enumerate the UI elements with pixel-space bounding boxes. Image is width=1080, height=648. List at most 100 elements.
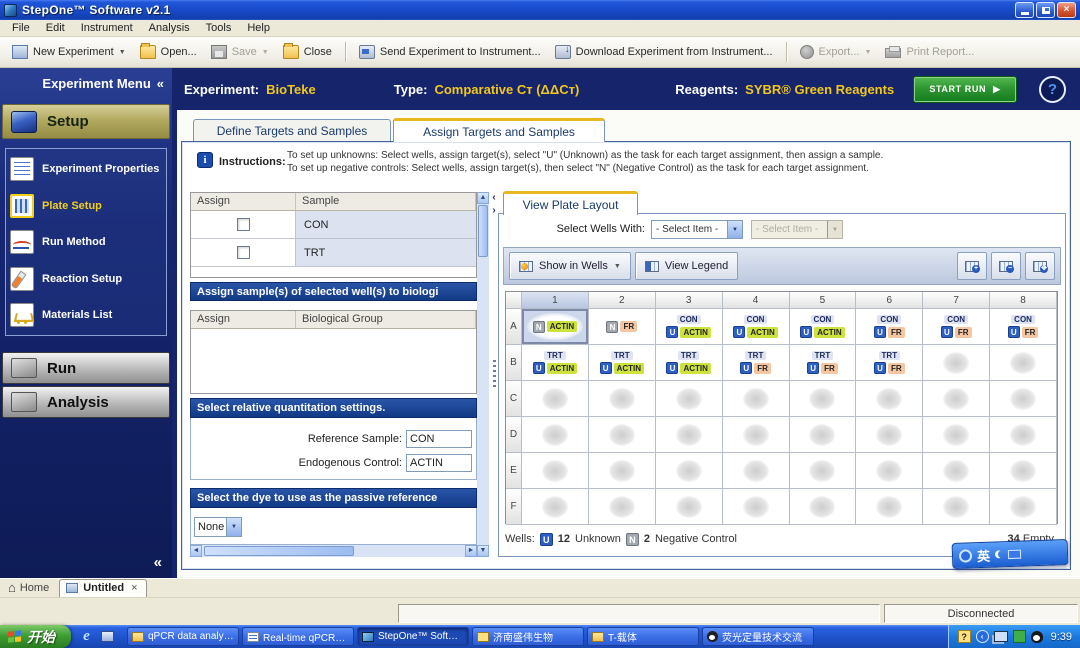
- assign-checkbox[interactable]: [237, 218, 250, 231]
- tray-language-icon[interactable]: ‹: [976, 630, 989, 643]
- tray-network-icon[interactable]: [994, 631, 1008, 642]
- ime-moon-icon[interactable]: [995, 550, 1003, 558]
- menu-item-analysis[interactable]: Analysis: [141, 21, 198, 35]
- expand-right-icon[interactable]: ›: [489, 205, 499, 217]
- collapse-sidebar-icon[interactable]: «: [157, 76, 164, 91]
- left-panel-vertical-scrollbar[interactable]: ▲ ▼: [477, 192, 489, 557]
- sidebar-item-experiment-properties[interactable]: Experiment Properties: [10, 157, 162, 181]
- well-E4[interactable]: [723, 453, 790, 489]
- sample-name[interactable]: CON: [296, 211, 476, 238]
- well-E1[interactable]: [522, 453, 589, 489]
- start-button[interactable]: 开始: [0, 625, 71, 648]
- tab-view-plate-layout[interactable]: View Plate Layout: [503, 191, 638, 215]
- export-button[interactable]: Export... ▼: [794, 42, 878, 62]
- reference-sample-input[interactable]: CON: [406, 430, 472, 448]
- taskbar-button-[interactable]: 济南盛伟生物: [472, 627, 584, 646]
- well-E2[interactable]: [589, 453, 656, 489]
- collapse-sidebar-bottom-icon[interactable]: «: [154, 554, 162, 571]
- well-B4[interactable]: TRTUFR: [723, 345, 790, 381]
- plate-column-header-6[interactable]: 6: [856, 292, 923, 309]
- well-F2[interactable]: [589, 489, 656, 525]
- sidebar-section-run[interactable]: Run: [2, 352, 170, 384]
- well-A1[interactable]: NACTIN: [522, 309, 589, 345]
- sidebar-item-plate-setup[interactable]: Plate Setup: [10, 194, 162, 218]
- taskbar-button-[interactable]: 荧光定量技术交流: [702, 627, 814, 646]
- well-A5[interactable]: CONUACTIN: [790, 309, 857, 345]
- well-F6[interactable]: [856, 489, 923, 525]
- well-B8[interactable]: [990, 345, 1057, 381]
- vertical-scroll-thumb[interactable]: [478, 205, 488, 257]
- well-A3[interactable]: CONUACTIN: [656, 309, 723, 345]
- ime-language-bar[interactable]: 英: [952, 539, 1069, 569]
- well-C4[interactable]: [723, 381, 790, 417]
- well-C2[interactable]: [589, 381, 656, 417]
- well-E7[interactable]: [923, 453, 990, 489]
- open-button[interactable]: Open...: [134, 42, 203, 62]
- well-F5[interactable]: [790, 489, 857, 525]
- scroll-down-icon[interactable]: ▼: [477, 545, 489, 557]
- collapse-left-icon[interactable]: ‹: [489, 192, 499, 204]
- well-C5[interactable]: [790, 381, 857, 417]
- expand-wells-button[interactable]: +: [957, 252, 987, 280]
- menu-item-tools[interactable]: Tools: [198, 21, 240, 35]
- show-in-wells-button[interactable]: Show in Wells ▼: [509, 252, 631, 280]
- tray-help-icon[interactable]: ?: [958, 630, 971, 643]
- send-experiment-button[interactable]: Send Experiment to Instrument...: [353, 42, 547, 62]
- well-F4[interactable]: [723, 489, 790, 525]
- well-E6[interactable]: [856, 453, 923, 489]
- ime-keyboard-icon[interactable]: [1008, 549, 1021, 558]
- well-A6[interactable]: CONUFR: [856, 309, 923, 345]
- sidebar-item-run-method[interactable]: Run Method: [10, 230, 162, 254]
- well-E3[interactable]: [656, 453, 723, 489]
- plate-column-header-8[interactable]: 8: [990, 292, 1057, 309]
- assign-checkbox[interactable]: [237, 246, 250, 259]
- tab-assign-targets[interactable]: Assign Targets and Samples: [393, 118, 605, 142]
- ime-language-label[interactable]: 英: [977, 545, 991, 564]
- sample-name[interactable]: TRT: [296, 239, 476, 266]
- well-C8[interactable]: [990, 381, 1057, 417]
- menu-item-edit[interactable]: Edit: [38, 21, 73, 35]
- well-D7[interactable]: [923, 417, 990, 453]
- well-D2[interactable]: [589, 417, 656, 453]
- menu-item-help[interactable]: Help: [239, 21, 278, 35]
- restore-button[interactable]: [1036, 2, 1055, 18]
- plate-column-header-3[interactable]: 3: [656, 292, 723, 309]
- well-B5[interactable]: TRTUFR: [790, 345, 857, 381]
- plate-row-header-E[interactable]: E: [506, 453, 522, 489]
- well-A8[interactable]: CONUFR: [990, 309, 1057, 345]
- well-D8[interactable]: [990, 417, 1057, 453]
- internet-explorer-icon[interactable]: e: [79, 629, 94, 644]
- well-A7[interactable]: CONUFR: [923, 309, 990, 345]
- tray-qq-icon[interactable]: [1031, 631, 1043, 643]
- close-tab-icon[interactable]: ×: [131, 582, 137, 594]
- passive-reference-select[interactable]: None ▼: [194, 517, 242, 537]
- well-C6[interactable]: [856, 381, 923, 417]
- scroll-up-icon[interactable]: ▲: [477, 192, 489, 204]
- close-button[interactable]: ×: [1057, 2, 1076, 18]
- taskbar-button-t[interactable]: T-载体: [587, 627, 699, 646]
- tray-antivirus-icon[interactable]: [1013, 630, 1026, 643]
- tab-define-targets[interactable]: Define Targets and Samples: [193, 119, 391, 142]
- well-E8[interactable]: [990, 453, 1057, 489]
- left-panel-horizontal-scrollbar[interactable]: ◄ ►: [190, 545, 477, 557]
- menu-item-instrument[interactable]: Instrument: [73, 21, 141, 35]
- plate-row-header-C[interactable]: C: [506, 381, 522, 417]
- menu-item-file[interactable]: File: [4, 21, 38, 35]
- well-D1[interactable]: [522, 417, 589, 453]
- well-B1[interactable]: TRTUACTIN: [522, 345, 589, 381]
- select-wells-dropdown-2[interactable]: - Select Item - ▼: [751, 220, 843, 239]
- show-desktop-icon[interactable]: [100, 629, 115, 644]
- well-B2[interactable]: TRTUACTIN: [589, 345, 656, 381]
- plate-column-header-5[interactable]: 5: [790, 292, 857, 309]
- taskbar-button-stepone-softwar[interactable]: StepOne™ Softwar...: [357, 627, 469, 646]
- scroll-left-icon[interactable]: ◄: [190, 545, 202, 557]
- close-experiment-button[interactable]: Close: [277, 42, 338, 62]
- well-D4[interactable]: [723, 417, 790, 453]
- start-run-button[interactable]: START RUN ▶: [913, 76, 1017, 103]
- view-legend-button[interactable]: View Legend: [635, 252, 738, 280]
- collapse-wells-button[interactable]: −: [991, 252, 1021, 280]
- well-D3[interactable]: [656, 417, 723, 453]
- well-C1[interactable]: [522, 381, 589, 417]
- tab-home[interactable]: ⌂ Home: [6, 580, 55, 597]
- sidebar-section-analysis[interactable]: Analysis: [2, 386, 170, 418]
